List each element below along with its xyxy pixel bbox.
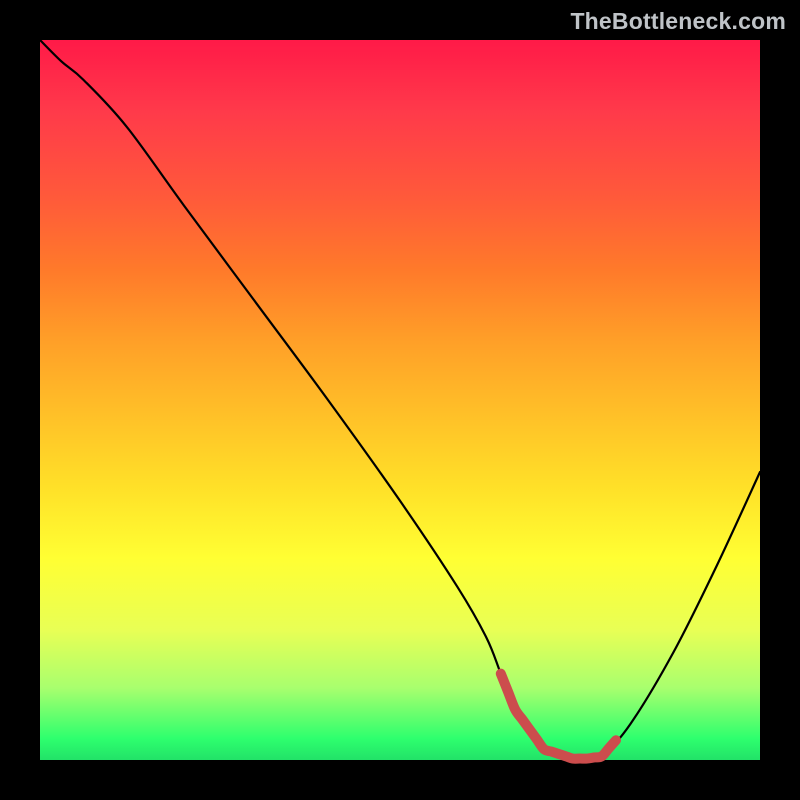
chart-plot: [40, 40, 760, 760]
bottleneck-curve: [40, 40, 760, 760]
brand-watermark: TheBottleneck.com: [570, 8, 786, 35]
optimal-range-highlight: [501, 674, 616, 759]
chart-frame: TheBottleneck.com: [0, 0, 800, 800]
